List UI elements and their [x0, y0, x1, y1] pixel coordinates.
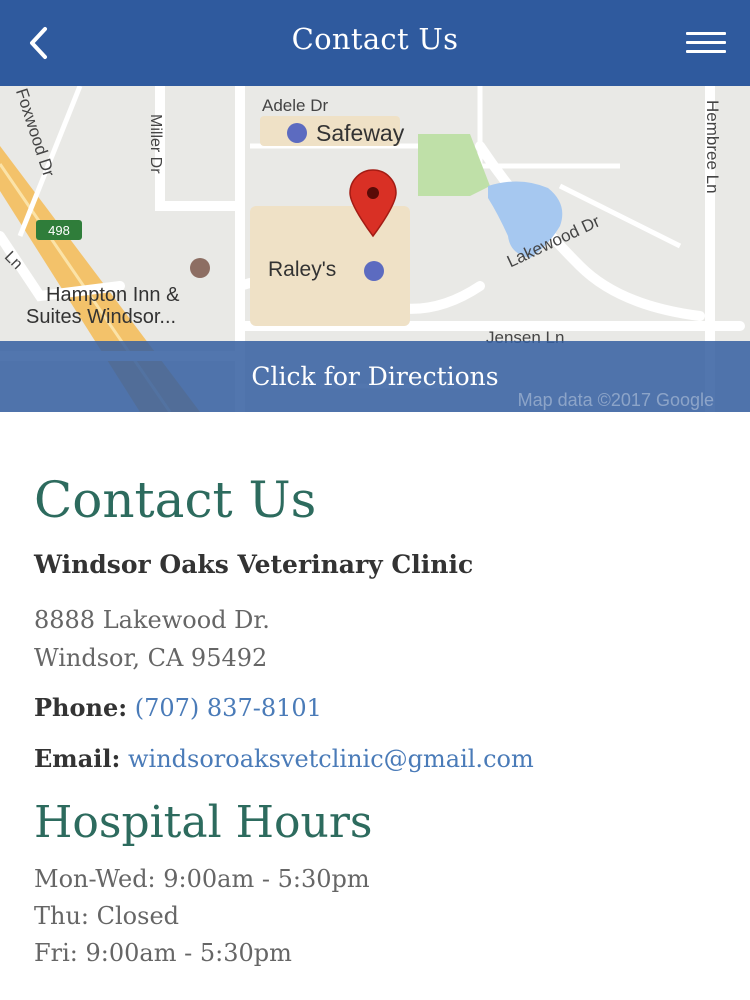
map-label-miller: Miller Dr [147, 114, 164, 174]
phone-link[interactable]: (707) 837-8101 [135, 694, 322, 722]
hamburger-menu-icon-line [686, 50, 726, 53]
top-app-bar: Contact Us [0, 0, 750, 86]
address-line-2: Windsor, CA 95492 [34, 644, 268, 672]
phone-row: Phone: (707) 837-8101 [34, 693, 724, 722]
email-row: Email: windsoroaksvetclinic@gmail.com [34, 744, 724, 773]
address: 8888 Lakewood Dr. Windsor, CA 95492 [34, 601, 724, 677]
contact-section: Contact Us Windsor Oaks Veterinary Clini… [34, 470, 724, 972]
hours-line: Fri: 9:00am - 5:30pm [34, 939, 292, 967]
hamburger-menu-icon-line [686, 41, 726, 44]
menu-button[interactable] [686, 32, 726, 56]
hamburger-menu-icon [686, 32, 726, 35]
email-link[interactable]: windsoroaksvetclinic@gmail.com [128, 745, 534, 773]
directions-label: Click for Directions [251, 362, 499, 391]
hours-heading: Hospital Hours [34, 797, 373, 848]
map-label-adele: Adele Dr [262, 96, 329, 115]
svg-text:498: 498 [48, 223, 70, 238]
map-label-safeway: Safeway [316, 120, 405, 146]
hours-line: Thu: Closed [34, 902, 180, 930]
phone-label: Phone: [34, 693, 128, 722]
clinic-name: Windsor Oaks Veterinary Clinic [34, 550, 474, 579]
page-title: Contact Us [291, 22, 459, 56]
contact-heading: Contact Us [34, 471, 317, 529]
map-label-hampton-line1: Hampton Inn & [46, 284, 180, 306]
map-label-hembree: Hembree Ln [703, 100, 722, 194]
email-label: Email: [34, 744, 121, 773]
map-credit: Map data ©2017 Google [517, 390, 714, 410]
hours-list: Mon-Wed: 9:00am - 5:30pm Thu: Closed Fri… [34, 861, 724, 972]
map-label-raleys: Raley's [268, 258, 337, 281]
map-label-hampton-line2: Suites Windsor... [26, 306, 177, 328]
address-line-1: 8888 Lakewood Dr. [34, 606, 270, 634]
hours-line: Mon-Wed: 9:00am - 5:30pm [34, 865, 370, 893]
